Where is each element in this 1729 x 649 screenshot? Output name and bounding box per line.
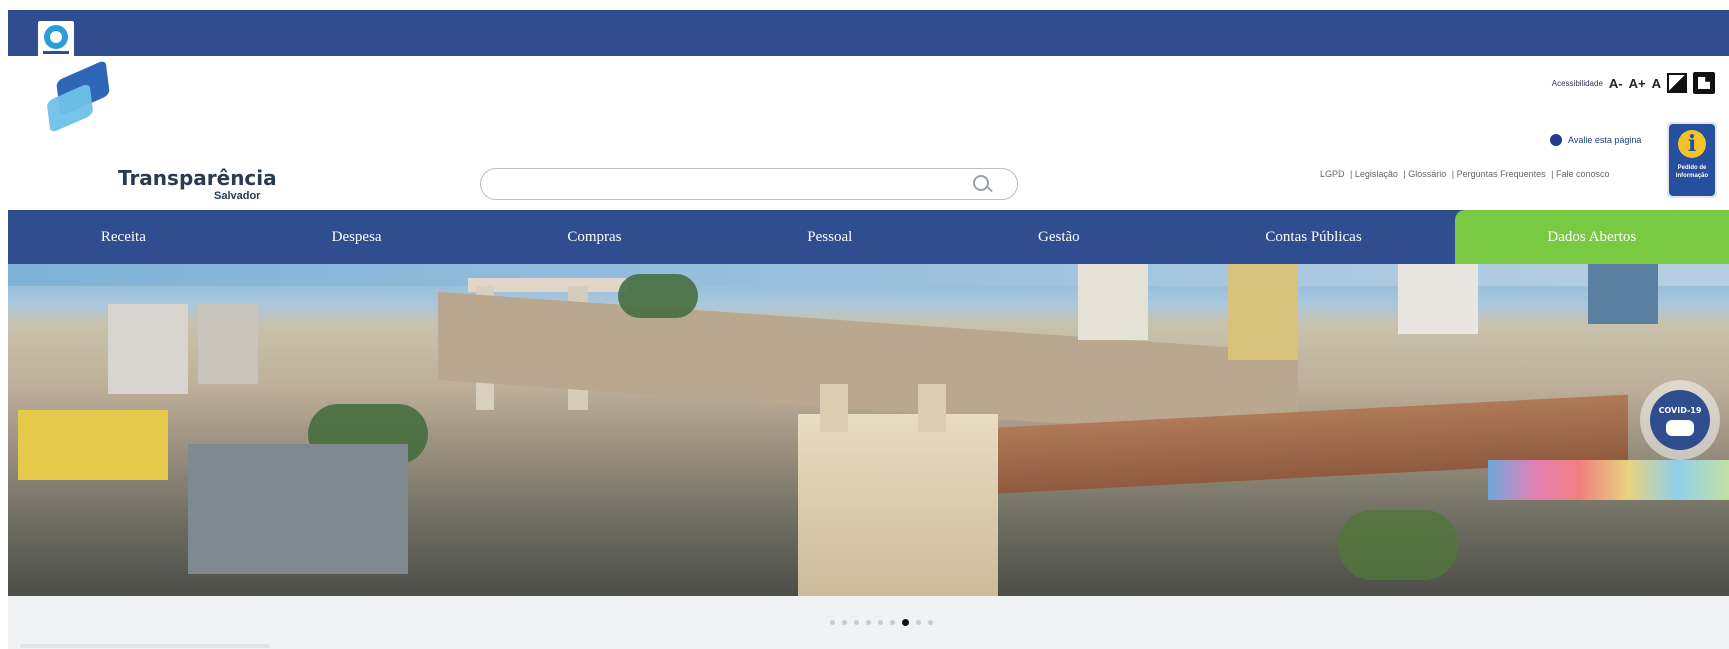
carousel-dot[interactable] [890, 619, 895, 625]
carousel-indicators [830, 617, 933, 627]
rate-page-link[interactable]: Avalie esta página [1550, 134, 1641, 146]
nav-item-pessoal[interactable]: Pessoal [714, 210, 945, 264]
covid-badge: COVID-19 [1650, 390, 1710, 450]
carousel-dot-active[interactable] [902, 618, 909, 626]
nav-item-compras[interactable]: Compras [474, 210, 714, 264]
carousel-dot[interactable] [830, 619, 835, 625]
carousel-dot[interactable] [866, 619, 871, 625]
content-tab[interactable] [20, 644, 270, 648]
info-request-label: Pedido de Informação [1675, 165, 1709, 179]
search-input[interactable] [497, 175, 971, 195]
page-frame: Transparência Salvador Acessibilidade A-… [0, 0, 1729, 649]
link-glossario[interactable]: Glossário [1408, 169, 1446, 179]
nav-item-gestao[interactable]: Gestão [945, 210, 1172, 264]
hero-building [1398, 264, 1478, 334]
carousel-dot[interactable] [928, 619, 933, 625]
rate-dot-icon [1550, 134, 1562, 146]
brand-logo[interactable]: Transparência Salvador [44, 59, 277, 202]
rate-page-label: Avalie esta página [1568, 135, 1642, 145]
link-faq[interactable]: Perguntas Frequentes [1457, 169, 1546, 179]
link-contact[interactable]: Fale conosco [1556, 169, 1610, 179]
carousel-dot[interactable] [842, 619, 847, 625]
government-bar [8, 10, 1729, 57]
hero-plaza [188, 444, 408, 574]
hero-church [798, 384, 998, 596]
contrast-icon[interactable] [1667, 73, 1687, 93]
search-box[interactable] [480, 168, 1018, 200]
hero-carousel-image[interactable] [8, 264, 1729, 596]
hero-colorful-houses [1488, 460, 1729, 500]
carousel-dot[interactable] [854, 619, 859, 625]
government-emblem-icon[interactable] [38, 21, 74, 57]
font-decrease-button[interactable]: A- [1609, 76, 1623, 91]
covid-mask-icon [1666, 420, 1694, 436]
carousel-dot[interactable] [878, 619, 883, 625]
search-icon[interactable] [973, 175, 989, 191]
hero-trees-3 [1338, 510, 1458, 580]
left-margin [0, 0, 8, 649]
accessibility-bar: Acessibilidade A- A+ A [1552, 72, 1715, 94]
hero-building [1078, 264, 1148, 340]
brand-name: Transparência [118, 166, 277, 190]
hero-building [1228, 264, 1298, 360]
nav-item-dados-abertos[interactable]: Dados Abertos [1454, 210, 1729, 264]
logo-mark-light [46, 82, 94, 134]
hero-building [1588, 264, 1658, 324]
font-reset-button[interactable]: A [1652, 76, 1661, 91]
link-legislacao[interactable]: Legislação [1355, 169, 1398, 179]
info-request-button[interactable]: i Pedido de Informação [1667, 122, 1717, 198]
brand-subtitle: Salvador [214, 190, 261, 202]
nav-item-despesa[interactable]: Despesa [239, 210, 475, 264]
nav-item-contas-publicas[interactable]: Contas Públicas [1173, 210, 1455, 264]
utility-links: LGPD | Legislação | Glossário | Pergunta… [1320, 169, 1610, 179]
covid-button[interactable]: COVID-19 [1640, 380, 1720, 460]
dark-mode-icon[interactable] [1693, 72, 1715, 94]
hero-building [108, 304, 188, 394]
info-icon: i [1678, 130, 1706, 158]
font-increase-button[interactable]: A+ [1629, 76, 1646, 91]
hero-trees-2 [618, 274, 698, 318]
carousel-dot[interactable] [916, 619, 921, 625]
main-nav: Receita Despesa Compras Pessoal Gestão C… [8, 210, 1729, 264]
hero-yellow-building [18, 410, 168, 480]
covid-label: COVID-19 [1658, 406, 1702, 415]
accessibility-label: Acessibilidade [1551, 78, 1603, 88]
link-lgpd[interactable]: LGPD [1320, 169, 1345, 179]
hero-building [198, 304, 258, 384]
nav-item-receita[interactable]: Receita [8, 210, 239, 264]
